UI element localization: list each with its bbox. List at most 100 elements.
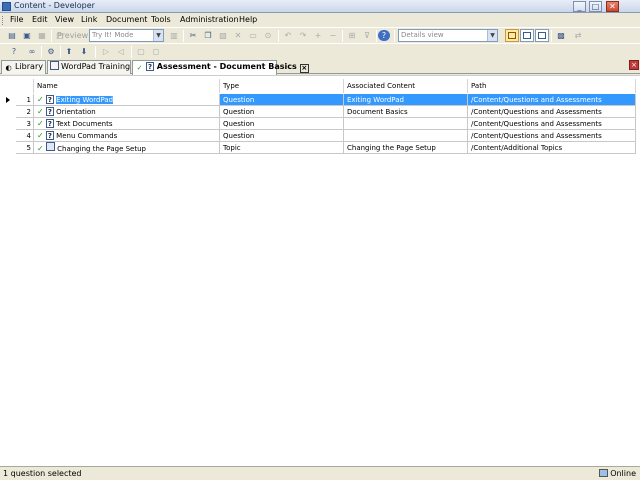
open-folder-icon[interactable]: ▤ — [6, 30, 18, 41]
row-name[interactable]: ✓ ? Orientation — [34, 106, 220, 118]
row-number: 3 — [16, 118, 34, 130]
table-row[interactable]: 1 ✓ ? Exiting WordPad Question Exiting W… — [0, 94, 636, 106]
move-down-icon[interactable]: ⬇ — [78, 46, 90, 57]
table-row[interactable]: 5 ✓ Changing the Page Setup Topic Changi… — [0, 142, 636, 154]
add-icon[interactable]: + — [312, 30, 324, 41]
menu-help[interactable]: Help — [239, 15, 257, 24]
list-view-button[interactable] — [520, 29, 534, 42]
menu-link[interactable]: Link — [81, 15, 97, 24]
row-path: /Content/Questions and Assessments — [468, 94, 636, 106]
checkmark-icon: ✓ — [136, 64, 143, 72]
filter-icon[interactable]: ⊽ — [361, 30, 373, 41]
sync-icon[interactable]: ⇄ — [572, 30, 584, 41]
row-name[interactable]: ✓ ? Exiting WordPad — [34, 94, 220, 106]
view-select[interactable]: Details view ▼ — [398, 29, 498, 42]
header-type[interactable]: Type — [220, 79, 344, 93]
menu-administration[interactable]: Administration — [180, 15, 239, 24]
table-row[interactable]: 2 ✓ ? Orientation Question Document Basi… — [0, 106, 636, 118]
menu-document[interactable]: Document — [106, 15, 147, 24]
tab-assessment-document-basics[interactable]: ✓? Assessment - Document Basics × — [132, 60, 309, 75]
table-row[interactable]: 4 ✓ ? Menu Commands Question /Content/Qu… — [0, 130, 636, 142]
title-bar: Content - Developer _ □ ✕ — [0, 0, 640, 13]
split-view-button[interactable] — [535, 29, 549, 42]
save-icon[interactable]: ▣ — [21, 30, 33, 41]
copy-icon[interactable]: ❐ — [202, 30, 214, 41]
header-number — [4, 79, 34, 93]
checkmark-icon: ✓ — [37, 144, 44, 153]
preview-button[interactable]: Preview — [57, 31, 88, 40]
row-name[interactable]: ✓ ? Text Documents — [34, 118, 220, 130]
maximize-button[interactable]: □ — [589, 1, 602, 12]
minimize-button[interactable]: _ — [573, 1, 586, 12]
row-type: Question — [220, 106, 344, 118]
grid-header: Name Type Associated Content Path — [0, 79, 636, 93]
menu-edit[interactable]: Edit — [32, 15, 48, 24]
toolbar-separator — [376, 30, 377, 42]
library-icon: ◐ — [5, 64, 12, 72]
window-title: Content - Developer — [14, 1, 95, 10]
tab-wordpad-training[interactable]: WordPad Training — [47, 60, 131, 74]
online-icon — [599, 469, 609, 477]
outdent-icon[interactable]: ◁ — [115, 46, 127, 57]
row-type: Topic — [220, 142, 344, 154]
chevron-down-icon: ▼ — [487, 30, 497, 41]
tab-library[interactable]: ◐ Library — [1, 60, 46, 74]
toolbar-separator — [278, 30, 279, 42]
checkmark-icon: ✓ — [37, 95, 44, 104]
details-view-button[interactable] — [505, 29, 519, 42]
help-icon[interactable]: ? — [378, 30, 390, 41]
table-row[interactable]: 3 ✓ ? Text Documents Question /Content/Q… — [0, 118, 636, 130]
menu-bar: File Edit View Link Document Tools Admin… — [0, 13, 640, 27]
connection-status: Online — [599, 469, 636, 478]
close-button[interactable]: ✕ — [606, 1, 619, 12]
row-name[interactable]: ✓ Changing the Page Setup — [34, 142, 220, 154]
close-all-tabs-icon[interactable]: × — [629, 60, 639, 70]
gear-icon[interactable]: ⚙ — [45, 46, 57, 57]
toolbar-separator — [51, 30, 52, 42]
standard-toolbar: ▤ ▣ ▦ ◳ Preview Try It! Mode ▼ ▥ ✂ ❐ ▨ ✕ … — [0, 27, 640, 43]
paste-icon[interactable]: ▨ — [217, 30, 229, 41]
close-tab-icon[interactable]: × — [299, 64, 309, 73]
row-path: /Content/Questions and Assessments — [468, 106, 636, 118]
menu-file[interactable]: File — [10, 15, 23, 24]
undo-icon[interactable]: ↶ — [282, 30, 294, 41]
cut-icon[interactable]: ✂ — [187, 30, 199, 41]
row-associated-content — [344, 118, 468, 130]
header-name[interactable]: Name — [34, 79, 220, 93]
row-path: /Content/Questions and Assessments — [468, 118, 636, 130]
find-icon[interactable]: ⊙ — [262, 30, 274, 41]
mode-select[interactable]: Try It! Mode ▼ — [89, 29, 164, 42]
row-name[interactable]: ✓ ? Menu Commands — [34, 130, 220, 142]
checkmark-icon: ✓ — [37, 107, 44, 116]
row-number: 4 — [16, 130, 34, 142]
toolbar-separator — [95, 46, 96, 58]
indent-icon[interactable]: ▷ — [100, 46, 112, 57]
publish-icon[interactable]: ▥ — [168, 30, 180, 41]
header-path[interactable]: Path — [468, 79, 636, 93]
remove-icon[interactable]: − — [327, 30, 339, 41]
link-icon[interactable]: ∞ — [26, 46, 38, 57]
expand-icon[interactable]: ▢ — [135, 46, 147, 57]
menu-view[interactable]: View — [55, 15, 74, 24]
topic-icon — [45, 142, 55, 151]
row-number: 1 — [16, 94, 34, 106]
header-associated-content[interactable]: Associated Content — [344, 79, 468, 93]
help-menu-icon[interactable]: ? — [8, 46, 20, 57]
menu-tools[interactable]: Tools — [151, 15, 171, 24]
checkmark-icon: ✓ — [37, 119, 44, 128]
toolbar-separator — [342, 30, 343, 42]
move-up-icon[interactable]: ⬆ — [63, 46, 75, 57]
row-path: /Content/Questions and Assessments — [468, 130, 636, 142]
assessment-grid: Name Type Associated Content Path 1 ✓ ? … — [0, 75, 640, 466]
row-path: /Content/Additional Topics — [468, 142, 636, 154]
redo-icon[interactable]: ↷ — [297, 30, 309, 41]
row-type: Question — [220, 94, 344, 106]
collapse-icon[interactable]: ◻ — [150, 46, 162, 57]
delete-icon[interactable]: ✕ — [232, 30, 244, 41]
package-icon[interactable]: ▩ — [555, 30, 567, 41]
properties-icon[interactable]: ▦ — [36, 30, 48, 41]
selection-status: 1 question selected — [3, 469, 82, 478]
question-icon: ? — [45, 119, 54, 128]
binoculars-icon[interactable]: ⊞ — [346, 30, 358, 41]
rename-icon[interactable]: ▭ — [247, 30, 259, 41]
